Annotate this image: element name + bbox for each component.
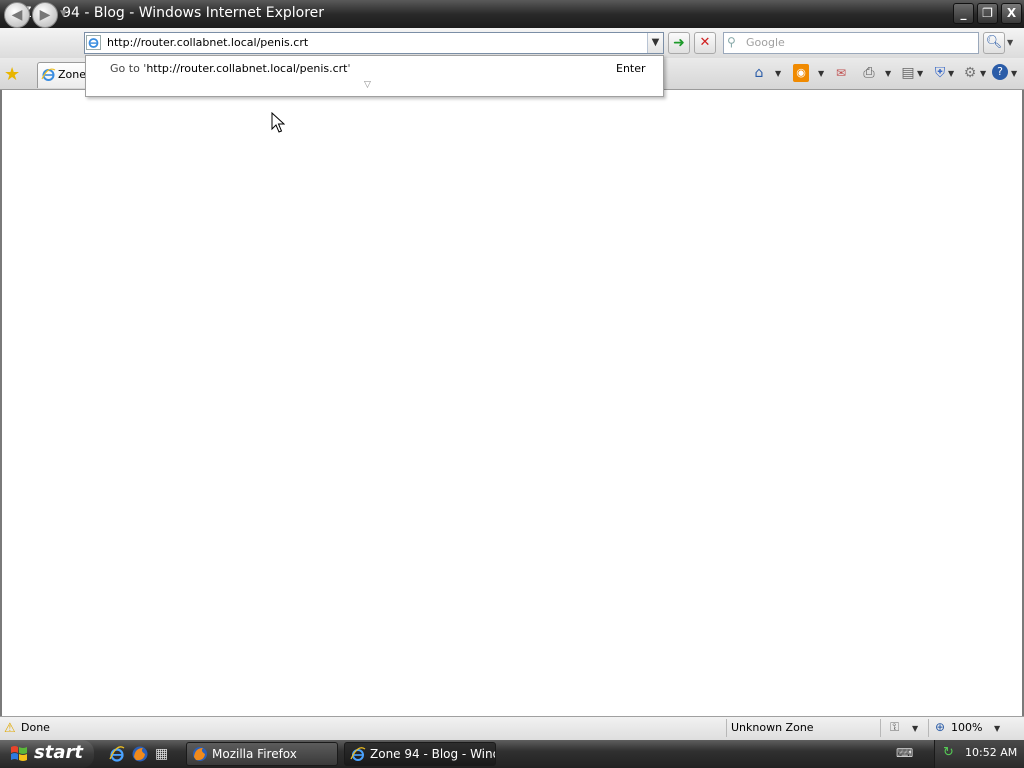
read-mail-icon[interactable]: ✉ [833,64,849,82]
quicklaunch-firefox-icon[interactable] [131,745,149,763]
page-dropdown[interactable]: ▼ [917,69,923,78]
autocomplete-suggestion[interactable]: Go to 'http://router.collabnet.local/pen… [110,62,351,75]
warning-icon: ⚠ [4,721,16,736]
quicklaunch-ie-icon[interactable] [108,745,126,763]
home-dropdown[interactable]: ▼ [775,69,781,78]
network-icon[interactable]: ↻ [943,745,954,760]
autocomplete-enter-hint: Enter [616,62,646,75]
page-content [0,90,1024,716]
tools-dropdown[interactable]: ▼ [980,69,986,78]
protected-mode-icon[interactable]: ⚿ [890,720,899,735]
home-icon[interactable]: ⌂ [750,64,768,82]
print-icon[interactable]: ⎙ [860,64,878,82]
start-label: start [34,742,83,763]
search-input[interactable]: Google [746,36,785,49]
protected-mode-dropdown[interactable]: ▼ [912,724,918,733]
zoom-icon[interactable]: ⊕ [935,720,945,734]
taskbar-item-firefox[interactable]: Mozilla Firefox [186,742,338,766]
close-button[interactable]: X [1001,3,1022,24]
zoom-dropdown[interactable]: ▼ [994,724,1000,733]
ie-tab-icon [41,68,56,81]
keyboard-icon[interactable]: ⌨ [896,746,913,760]
chevron-down-icon: ▼ [651,37,660,48]
expand-suggestions-icon[interactable]: ▽ [364,80,371,90]
clock[interactable]: 10:52 AM [965,746,1017,759]
favorites-star-icon[interactable]: ★ [4,64,20,85]
maximize-button[interactable]: ❐ [977,3,998,24]
mouse-cursor-icon [271,112,285,133]
status-divider [928,719,929,737]
address-dropdown-button[interactable]: ▼ [647,33,663,53]
stop-button[interactable]: ✕ [694,32,716,54]
search-provider-icon: ⚲ [727,35,736,49]
feeds-icon[interactable]: ◉ [793,64,809,82]
minimize-button[interactable]: _ [953,3,974,24]
tab-label: Zone [58,68,87,81]
firefox-icon [193,747,207,761]
taskbar-item-ie[interactable]: Zone 94 - Blog - Wind... [344,742,496,766]
zoom-level[interactable]: 100% [951,721,982,734]
address-input[interactable]: http://router.collabnet.local/penis.crt [107,36,308,49]
forward-button[interactable]: ▶ [32,2,58,28]
recent-pages-dropdown[interactable]: ▼ [60,9,67,19]
tools-gear-icon[interactable]: ⚙ [961,64,979,82]
help-dropdown[interactable]: ▼ [1011,69,1017,78]
forward-arrow-icon: ▶ [39,7,51,23]
search-options-dropdown[interactable]: ▼ [1007,38,1013,47]
feeds-dropdown[interactable]: ▼ [818,69,824,78]
safety-icon[interactable]: ⛨ [932,64,948,82]
taskbar-item-label: Mozilla Firefox [212,747,297,761]
title-bar: Zone 94 - Blog - Windows Internet Explor… [0,0,1024,28]
back-button[interactable]: ◀ [4,2,30,28]
ie-icon [350,747,366,761]
page-ie-icon [86,35,101,50]
page-icon[interactable]: ▤ [900,64,916,82]
status-divider [726,719,727,737]
taskbar [0,740,1024,768]
goto-url: http://router.collabnet.local/penis.crt [146,62,348,75]
goto-prefix: Go to ' [110,62,147,75]
safety-dropdown[interactable]: ▼ [948,69,954,78]
goto-suffix: ' [347,62,351,75]
security-zone[interactable]: Unknown Zone [731,721,814,734]
help-icon[interactable]: ? [992,64,1008,80]
taskbar-item-label: Zone 94 - Blog - Wind... [370,747,495,761]
search-icon: 🔍︎ [985,35,1003,50]
search-button[interactable]: 🔍︎ [983,32,1005,54]
window-title: Zone 94 - Blog - Windows Internet Explor… [22,5,325,21]
print-dropdown[interactable]: ▼ [885,69,891,78]
back-arrow-icon: ◀ [11,7,23,23]
quicklaunch-media-icon[interactable]: ▦ [155,745,173,763]
go-button[interactable]: ➜ [668,32,690,54]
status-bar [0,716,1024,740]
status-text: Done [21,721,50,734]
windows-flag-icon [11,746,27,761]
status-divider [880,719,881,737]
